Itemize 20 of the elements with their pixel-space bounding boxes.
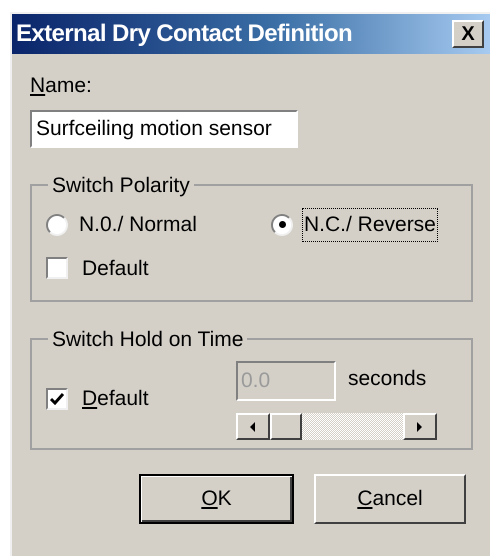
group-title: Switch Hold on Time (51, 326, 244, 352)
name-label: Name: (30, 73, 93, 99)
scrollbar[interactable] (236, 413, 437, 440)
checkbox-label[interactable]: Default (82, 383, 149, 414)
dialog-button[interactable]: OK (139, 474, 294, 524)
name-field[interactable]: Surfceiling motion sensor (30, 110, 298, 148)
radio-button[interactable] (271, 214, 293, 236)
checkbox[interactable] (46, 257, 68, 280)
radio-button[interactable] (46, 214, 68, 236)
scroll-thumb[interactable] (270, 413, 302, 440)
window-title: External Dry Contact Definition (16, 19, 352, 49)
check-icon (50, 392, 64, 405)
unit-label: seconds (348, 366, 426, 392)
close-button[interactable]: X (452, 20, 484, 48)
radio-label[interactable]: N.C./ Reverse (303, 209, 437, 240)
dialog-button[interactable]: Cancel (314, 474, 466, 524)
group-title: Switch Polarity (51, 172, 191, 198)
checkbox[interactable] (46, 388, 68, 410)
radio-label[interactable]: N.0./ Normal (78, 209, 198, 240)
checkbox-label[interactable]: Default (82, 252, 149, 284)
